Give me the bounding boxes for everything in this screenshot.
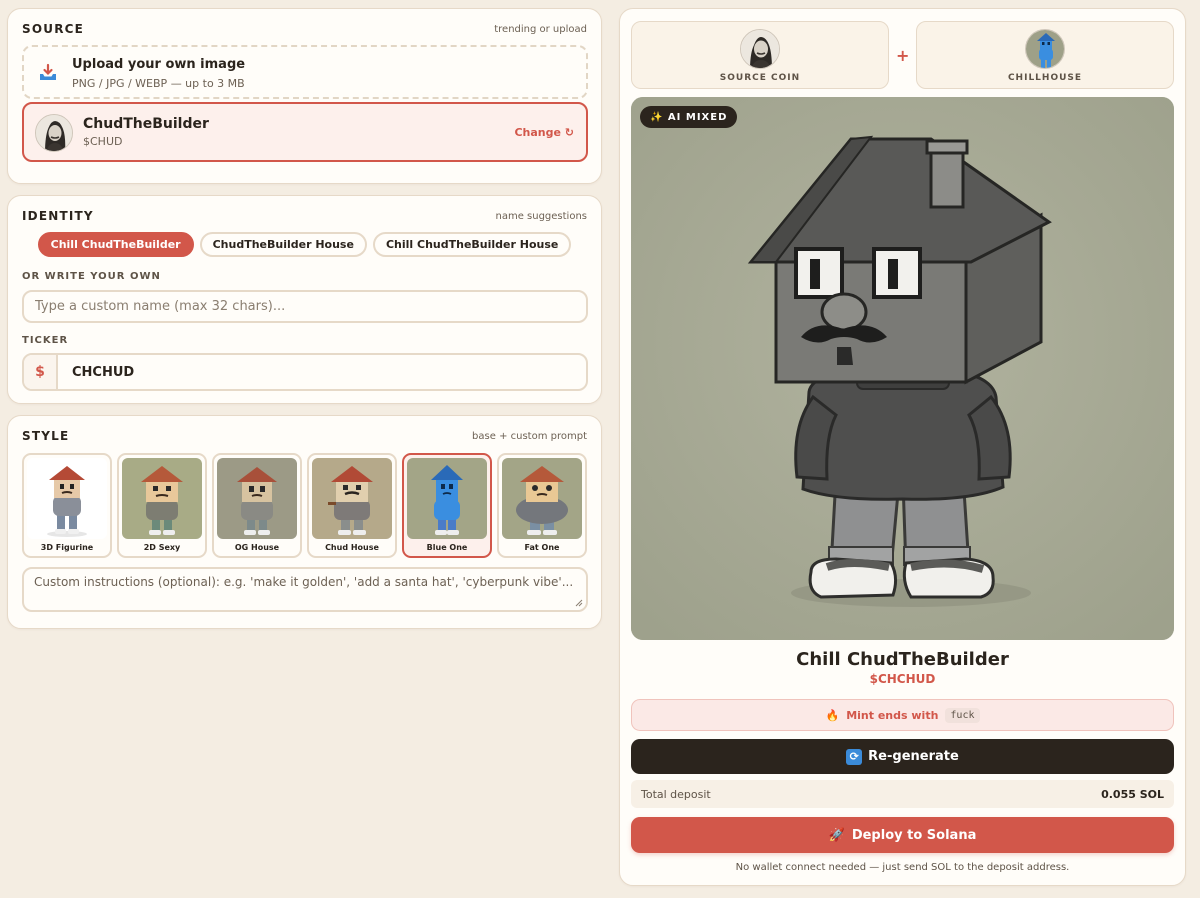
style-option-og-house[interactable]: OG House <box>212 453 302 558</box>
generated-image: ✨ AI MIXED <box>631 97 1174 640</box>
style-label: 3D Figurine <box>40 543 94 552</box>
style-title: STYLE <box>22 429 70 443</box>
style-label: Chud House <box>325 543 379 552</box>
upload-title: Upload your own image <box>72 57 246 72</box>
suggestion-chip[interactable]: Chill ChudTheBuilder <box>37 232 194 257</box>
style-card: STYLE base + custom prompt 3D Figurine 2… <box>7 415 602 629</box>
custom-name-field[interactable] <box>22 290 588 323</box>
chillhouse-card: CHILLHOUSE <box>916 21 1174 89</box>
custom-name-input[interactable] <box>24 292 586 321</box>
deploy-label: Deploy to Solana <box>851 827 977 843</box>
coin-ticker: $CHUD <box>83 135 123 148</box>
style-hint: base + custom prompt <box>472 431 587 442</box>
suggestion-chip[interactable]: Chill ChudTheBuilder House <box>372 232 572 257</box>
preview-card: SOURCE COIN + CHILLHOUSE ✨ AI MIXED Chil… <box>619 8 1186 886</box>
deposit-row: Total deposit 0.055 SOL <box>631 780 1174 808</box>
ticker-field[interactable]: $ <box>22 353 588 391</box>
source-hint: trending or upload <box>494 24 587 35</box>
mint-text: Mint ends with <box>846 708 939 722</box>
style-thumbnail <box>27 458 107 539</box>
custom-name-label: OR WRITE YOUR OWN <box>22 271 161 282</box>
generated-ticker: $CHCHUD <box>869 672 936 686</box>
style-thumbnail <box>122 458 202 539</box>
coin-avatar <box>35 114 73 152</box>
coin-name: ChudTheBuilder <box>83 116 209 132</box>
style-thumbnail <box>502 458 582 539</box>
suggestion-chip[interactable]: ChudTheBuilder House <box>199 232 367 257</box>
resize-grip-icon[interactable] <box>575 599 583 607</box>
identity-hint: name suggestions <box>495 211 587 222</box>
deposit-value: 0.055 SOL <box>1101 788 1164 801</box>
ticker-label: TICKER <box>22 335 69 346</box>
source-coin-label: SOURCE COIN <box>719 73 801 83</box>
style-thumbnail <box>312 458 392 539</box>
rocket-icon: 🚀 <box>828 827 845 843</box>
inbox-tray-icon <box>40 63 56 80</box>
upload-dropzone[interactable]: Upload your own image PNG / JPG / WEBP —… <box>22 45 588 99</box>
source-coin-card: SOURCE COIN <box>631 21 889 89</box>
identity-card: IDENTITY name suggestions Chill ChudTheB… <box>7 195 602 404</box>
style-thumbnail <box>217 458 297 539</box>
ai-mixed-badge: ✨ AI MIXED <box>640 106 738 128</box>
deposit-note: No wallet connect needed — just send SOL… <box>735 862 1070 873</box>
regenerate-label: Re-generate <box>868 749 959 764</box>
ticker-prefix: $ <box>24 355 58 389</box>
style-option-blue-one[interactable]: Blue One <box>402 453 492 558</box>
refresh-icon: ⟳ <box>846 748 863 765</box>
upload-subtitle: PNG / JPG / WEBP — up to 3 MB <box>72 77 245 90</box>
chillhouse-avatar <box>1025 29 1065 69</box>
name-suggestions: Chill ChudTheBuilder ChudTheBuilder Hous… <box>8 232 601 257</box>
style-option-3d-figurine[interactable]: 3D Figurine <box>22 453 112 558</box>
custom-instructions-field[interactable] <box>22 567 588 612</box>
plus-icon: + <box>896 46 910 65</box>
source-title: SOURCE <box>22 22 85 36</box>
change-coin-button[interactable]: Change ↻ <box>514 126 574 139</box>
deploy-button[interactable]: 🚀 Deploy to Solana <box>631 817 1174 853</box>
chillhouse-label: CHILLHOUSE <box>1007 73 1083 83</box>
source-card: SOURCE trending or upload Upload your ow… <box>7 8 602 184</box>
ai-mixed-text: ✨ AI MIXED <box>650 111 728 123</box>
style-label: 2D Sexy <box>143 543 181 552</box>
source-coin-avatar <box>740 29 780 69</box>
ticker-input[interactable] <box>60 355 586 389</box>
deposit-label: Total deposit <box>641 788 711 801</box>
style-label: OG House <box>234 543 280 552</box>
selected-coin[interactable]: ChudTheBuilder $CHUD Change ↻ <box>22 102 588 162</box>
generated-name: Chill ChudTheBuilder <box>796 649 1009 670</box>
mint-suffix-notice: 🔥 Mint ends with fuck <box>631 699 1174 731</box>
house-character-illustration <box>631 97 1174 640</box>
identity-title: IDENTITY <box>22 209 94 223</box>
regenerate-button[interactable]: ⟳ Re-generate <box>631 739 1174 774</box>
fire-icon: 🔥 <box>825 708 840 722</box>
style-option-2d-sexy[interactable]: 2D Sexy <box>117 453 207 558</box>
style-option-fat-one[interactable]: Fat One <box>497 453 587 558</box>
style-option-chud-house[interactable]: Chud House <box>307 453 397 558</box>
style-label: Fat One <box>524 543 560 552</box>
custom-instructions-input[interactable] <box>24 569 586 610</box>
style-thumbnail <box>407 458 487 539</box>
mint-code: fuck <box>945 707 980 723</box>
style-label: Blue One <box>426 543 468 552</box>
